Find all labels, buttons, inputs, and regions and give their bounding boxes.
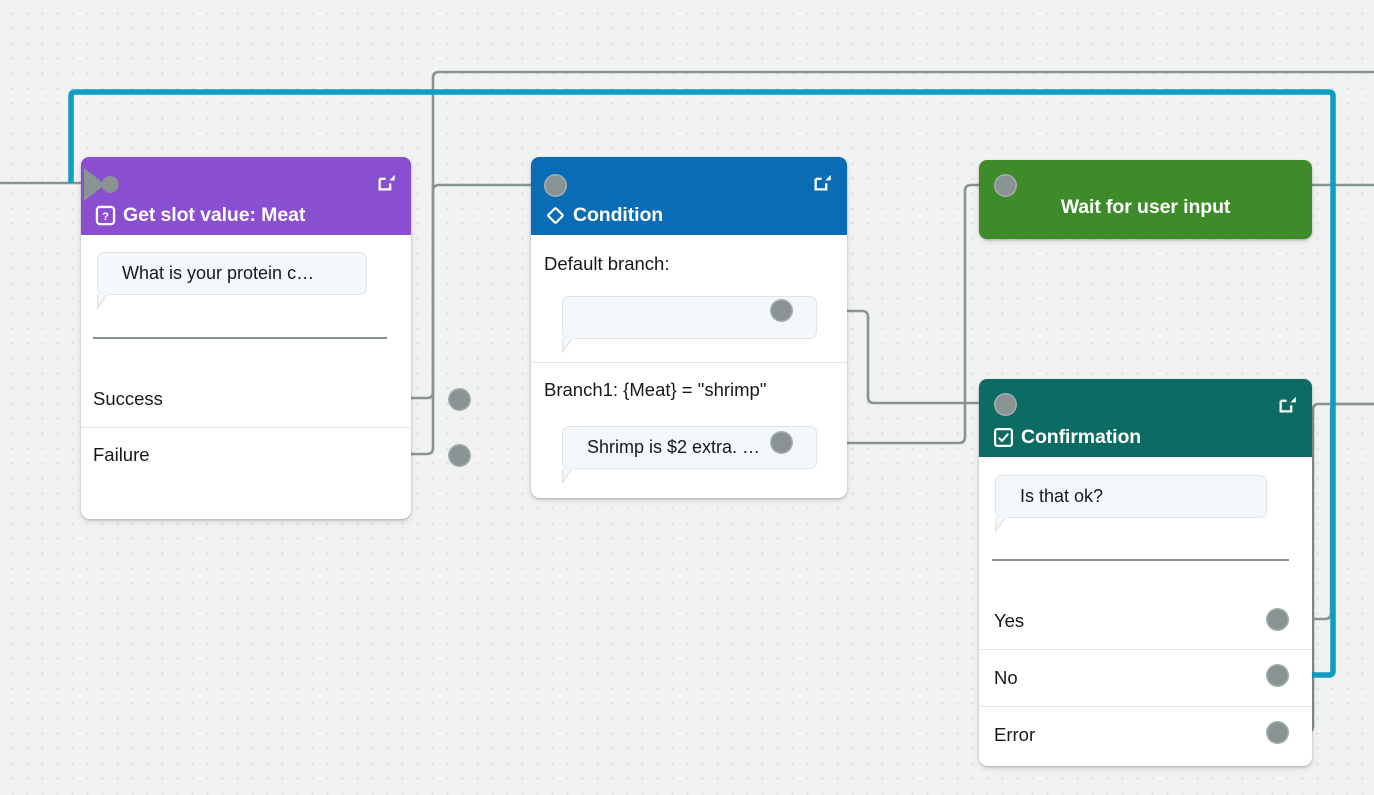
port-input-confirmation[interactable] — [994, 393, 1017, 416]
node-title-get-slot-value: ? Get slot value: Meat — [95, 204, 305, 227]
edit-pencil-icon[interactable] — [1277, 393, 1299, 415]
port-output-yes[interactable] — [1266, 608, 1289, 631]
port-output-failure[interactable] — [448, 444, 471, 467]
row-separator — [979, 706, 1312, 707]
node-get-slot-value-meat[interactable]: ? Get slot value: Meat What is your prot… — [81, 157, 411, 519]
node-title-text: Get slot value: Meat — [123, 204, 305, 227]
question-block-icon: ? — [95, 205, 116, 226]
node-header-condition: Condition — [531, 157, 847, 235]
node-condition[interactable]: Condition Default branch: Branch1: {Me — [531, 157, 847, 498]
node-header-get-slot-value: ? Get slot value: Meat — [81, 157, 411, 235]
diamond-icon — [545, 205, 566, 226]
section-divider — [93, 337, 387, 339]
bubble-tail-icon — [562, 468, 578, 483]
node-title-wait: Wait for user input — [979, 160, 1312, 239]
node-title-text: Wait for user input — [1061, 196, 1231, 219]
port-input-condition[interactable] — [544, 174, 567, 197]
port-output-branch1[interactable] — [770, 431, 793, 454]
prompt-bubble-confirmation[interactable]: Is that ok? — [995, 475, 1267, 518]
branch-label-branch1: Branch1: {Meat} = "shrimp" — [544, 379, 766, 401]
node-wait-for-user-input[interactable]: Wait for user input — [979, 160, 1312, 239]
port-output-default-branch[interactable] — [770, 299, 793, 322]
output-label-failure: Failure — [93, 444, 150, 466]
port-output-no[interactable] — [1266, 664, 1289, 687]
node-header-confirmation: Confirmation — [979, 379, 1312, 457]
output-label-error: Error — [994, 724, 1035, 746]
port-output-error[interactable] — [1266, 721, 1289, 744]
output-label-yes: Yes — [994, 610, 1024, 632]
output-label-no: No — [994, 667, 1018, 689]
node-title-text: Confirmation — [1021, 426, 1141, 449]
bubble-tail-icon — [995, 517, 1011, 532]
branch-label-default: Default branch: — [544, 253, 669, 275]
edit-pencil-icon[interactable] — [376, 171, 398, 193]
branch-separator — [531, 362, 847, 363]
section-divider — [992, 559, 1289, 561]
node-header-wait: Wait for user input — [979, 160, 1312, 239]
flow-canvas[interactable]: ? Get slot value: Meat What is your prot… — [0, 0, 1374, 795]
node-title-text: Condition — [573, 204, 663, 227]
row-separator — [979, 649, 1312, 650]
checkbox-icon — [993, 427, 1014, 448]
node-confirmation[interactable]: Confirmation Is that ok? Yes No — [979, 379, 1312, 766]
output-label-success: Success — [93, 388, 163, 410]
prompt-bubble-get-slot-value[interactable]: What is your protein c… — [97, 252, 367, 295]
node-title-condition: Condition — [545, 204, 663, 227]
port-output-success[interactable] — [448, 388, 471, 411]
row-separator — [81, 427, 411, 428]
bubble-tail-icon — [97, 294, 113, 309]
node-title-confirmation: Confirmation — [993, 426, 1141, 449]
port-input-get-slot-value[interactable] — [84, 168, 124, 201]
edit-pencil-icon[interactable] — [812, 171, 834, 193]
port-input-wait[interactable] — [994, 174, 1017, 197]
svg-text:?: ? — [102, 211, 109, 223]
bubble-tail-icon — [562, 338, 578, 353]
